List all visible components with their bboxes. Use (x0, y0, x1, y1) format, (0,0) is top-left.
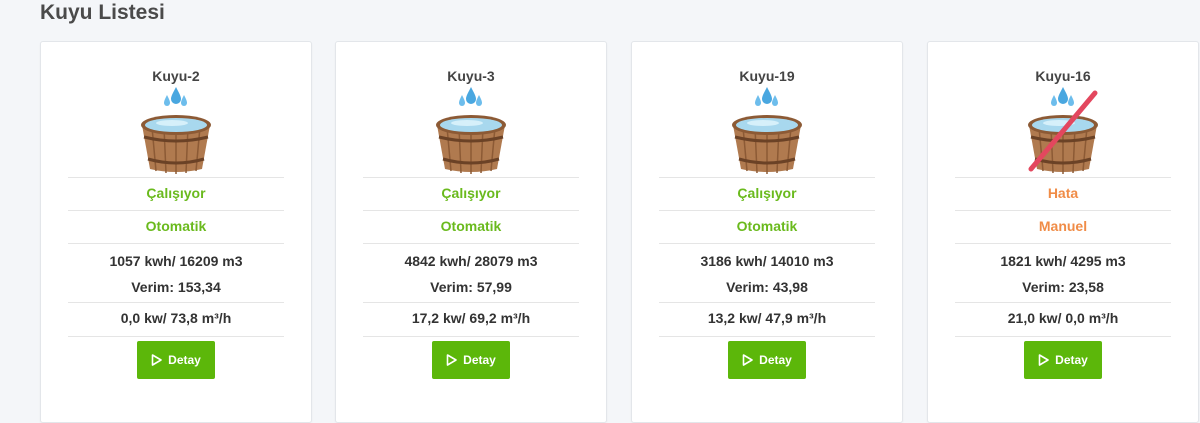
energy-block: 1821 kwh/ 4295 m3 Verim: 23,58 (955, 243, 1171, 302)
energy-volume: 3186 kwh/ 14010 m3 (700, 253, 834, 269)
well-name: Kuyu-19 (739, 68, 795, 84)
page-title: Kuyu Listesi (40, 1, 165, 24)
play-icon (446, 354, 457, 366)
status-label: Çalışıyor (363, 177, 579, 210)
water-tub-icon (141, 87, 211, 174)
status-label: Çalışıyor (659, 177, 875, 210)
energy-block: 4842 kwh/ 28079 m3 Verim: 57,99 (363, 243, 579, 302)
well-card: Kuyu-16 Hata Manuel 1821 kwh/ 4295 m3 Ve… (927, 41, 1199, 423)
detail-button[interactable]: Detay (1024, 341, 1102, 379)
status-label: Hata (955, 177, 1171, 210)
efficiency: Verim: 153,34 (131, 279, 221, 295)
energy-volume: 1821 kwh/ 4295 m3 (1000, 253, 1126, 269)
efficiency: Verim: 43,98 (726, 279, 808, 295)
energy-block: 3186 kwh/ 14010 m3 Verim: 43,98 (659, 243, 875, 302)
well-card: Kuyu-3 Çalışıyor Otomatik 4842 kwh/ 2807… (335, 41, 607, 423)
well-name: Kuyu-16 (1035, 68, 1091, 84)
well-card-list: Kuyu-2 Çalışıyor Otomatik 1057 kwh/ 1620… (40, 41, 1200, 423)
power-flow: 0,0 kw/ 73,8 m³/h (68, 302, 284, 336)
water-tub-icon (732, 87, 802, 174)
detail-button-label: Detay (168, 353, 201, 367)
well-card: Kuyu-19 Çalışıyor Otomatik 3186 kwh/ 140… (631, 41, 903, 423)
play-icon (151, 354, 162, 366)
button-row: Detay (659, 336, 875, 380)
power-flow: 21,0 kw/ 0,0 m³/h (955, 302, 1171, 336)
water-tub-icon (436, 87, 506, 174)
energy-block: 1057 kwh/ 16209 m3 Verim: 153,34 (68, 243, 284, 302)
well-name: Kuyu-3 (447, 68, 495, 84)
mode-label: Otomatik (659, 210, 875, 243)
power-flow: 13,2 kw/ 47,9 m³/h (659, 302, 875, 336)
detail-button[interactable]: Detay (137, 341, 215, 379)
button-row: Detay (68, 336, 284, 380)
button-row: Detay (363, 336, 579, 380)
efficiency: Verim: 23,58 (1022, 279, 1104, 295)
efficiency: Verim: 57,99 (430, 279, 512, 295)
detail-button-label: Detay (463, 353, 496, 367)
well-card: Kuyu-2 Çalışıyor Otomatik 1057 kwh/ 1620… (40, 41, 312, 423)
button-row: Detay (955, 336, 1171, 380)
detail-button[interactable]: Detay (432, 341, 510, 379)
detail-button-label: Detay (1055, 353, 1088, 367)
status-label: Çalışıyor (68, 177, 284, 210)
play-icon (1038, 354, 1049, 366)
mode-label: Otomatik (363, 210, 579, 243)
energy-volume: 1057 kwh/ 16209 m3 (109, 253, 243, 269)
play-icon (742, 354, 753, 366)
mode-label: Otomatik (68, 210, 284, 243)
mode-label: Manuel (955, 210, 1171, 243)
detail-button-label: Detay (759, 353, 792, 367)
energy-volume: 4842 kwh/ 28079 m3 (404, 253, 538, 269)
power-flow: 17,2 kw/ 69,2 m³/h (363, 302, 579, 336)
well-name: Kuyu-2 (152, 68, 200, 84)
water-tub-disabled-icon (1028, 87, 1098, 174)
detail-button[interactable]: Detay (728, 341, 806, 379)
